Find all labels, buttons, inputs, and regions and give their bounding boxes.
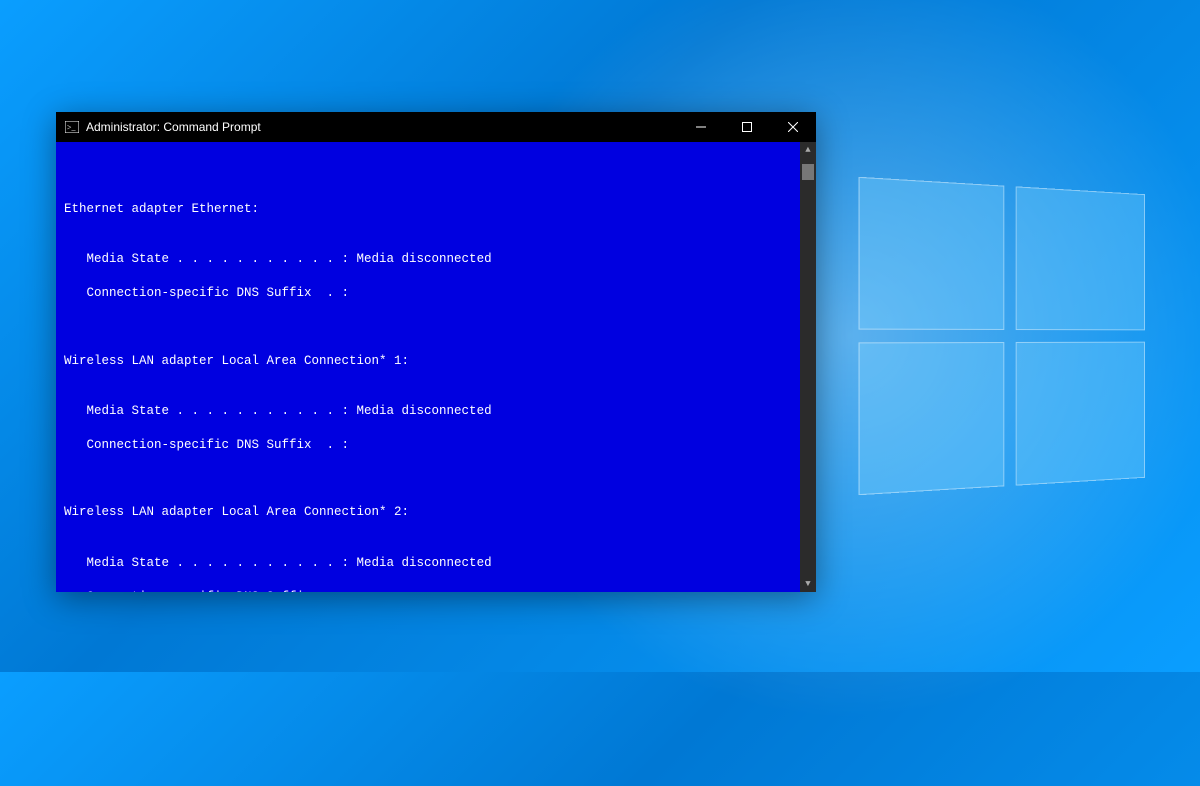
adapter-header: Ethernet adapter Ethernet: xyxy=(64,202,259,216)
scroll-down-icon[interactable]: ▼ xyxy=(800,576,816,592)
window-title: Administrator: Command Prompt xyxy=(86,120,261,134)
output-line: Connection-specific DNS Suffix . : xyxy=(64,589,806,592)
adapter-header: Wireless LAN adapter Local Area Connecti… xyxy=(64,505,409,519)
titlebar[interactable]: >_ Administrator: Command Prompt xyxy=(56,112,816,142)
minimize-button[interactable] xyxy=(678,112,724,142)
output-line: Media State . . . . . . . . . . . : Medi… xyxy=(64,403,806,420)
svg-text:>_: >_ xyxy=(67,123,77,132)
terminal-output[interactable]: Ethernet adapter Ethernet: Media State .… xyxy=(56,142,816,592)
adapter-header: Wireless LAN adapter Local Area Connecti… xyxy=(64,354,409,368)
command-prompt-window: >_ Administrator: Command Prompt Etherne… xyxy=(56,112,816,592)
cmd-icon: >_ xyxy=(64,119,80,135)
windows-logo xyxy=(860,186,1160,486)
close-button[interactable] xyxy=(770,112,816,142)
scrollbar[interactable]: ▲ ▼ xyxy=(800,142,816,592)
scroll-up-icon[interactable]: ▲ xyxy=(800,142,816,158)
maximize-button[interactable] xyxy=(724,112,770,142)
scrollbar-thumb[interactable] xyxy=(802,164,814,180)
output-line: Connection-specific DNS Suffix . : xyxy=(64,285,806,302)
output-line: Connection-specific DNS Suffix . : xyxy=(64,437,806,454)
output-line: Media State . . . . . . . . . . . : Medi… xyxy=(64,555,806,572)
output-line: Media State . . . . . . . . . . . : Medi… xyxy=(64,251,806,268)
